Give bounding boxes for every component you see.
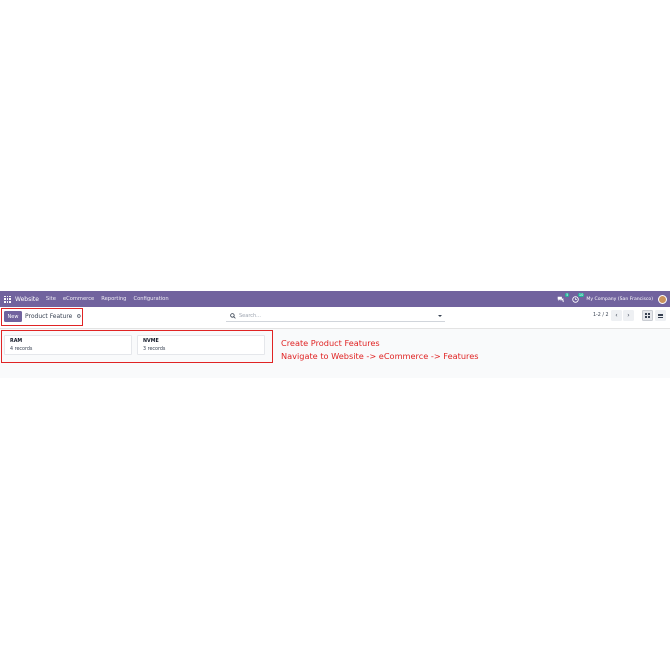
caret-down-icon[interactable] xyxy=(438,315,442,317)
pager-value[interactable]: 1-2 / 2 xyxy=(593,313,609,318)
company-switcher[interactable]: My Company (San Francisco) xyxy=(586,297,653,302)
control-panel: New Product Feature ⚙ Search... 1-2 / 2 … xyxy=(0,307,670,329)
annotation-title: Create Product Features xyxy=(281,338,380,348)
user-avatar[interactable] xyxy=(658,294,667,304)
apps-grid-icon[interactable] xyxy=(4,295,11,303)
list-view-icon[interactable] xyxy=(655,310,666,321)
top-navbar: Website Site eCommerce Reporting Configu… xyxy=(0,291,670,307)
highlight-kanban-cards xyxy=(1,330,273,363)
menu-reporting[interactable]: Reporting xyxy=(101,296,126,302)
clock-icon[interactable]: 10 xyxy=(571,292,585,304)
navbar-systray: 5 10 My Company (San Francisco) xyxy=(556,291,667,307)
messages-badge: 5 xyxy=(565,292,570,297)
menu-site[interactable]: Site xyxy=(46,296,56,302)
menu-configuration[interactable]: Configuration xyxy=(133,296,168,302)
menu-ecommerce[interactable]: eCommerce xyxy=(63,296,94,302)
kanban-view-icon[interactable] xyxy=(642,310,653,321)
activities-badge: 10 xyxy=(577,292,585,297)
odoo-window: Website Site eCommerce Reporting Configu… xyxy=(0,291,670,378)
chat-icon[interactable]: 5 xyxy=(556,292,570,304)
highlight-new-breadcrumb xyxy=(1,308,83,326)
chevron-left-icon[interactable]: ‹ xyxy=(611,310,622,321)
annotation-instructions: Navigate to Website -> eCommerce -> Feat… xyxy=(281,351,479,361)
search-input[interactable]: Search... xyxy=(226,310,445,322)
chevron-right-icon[interactable]: › xyxy=(623,310,634,321)
app-brand[interactable]: Website xyxy=(15,296,39,303)
search-placeholder: Search... xyxy=(239,312,261,319)
search-icon xyxy=(230,312,236,319)
